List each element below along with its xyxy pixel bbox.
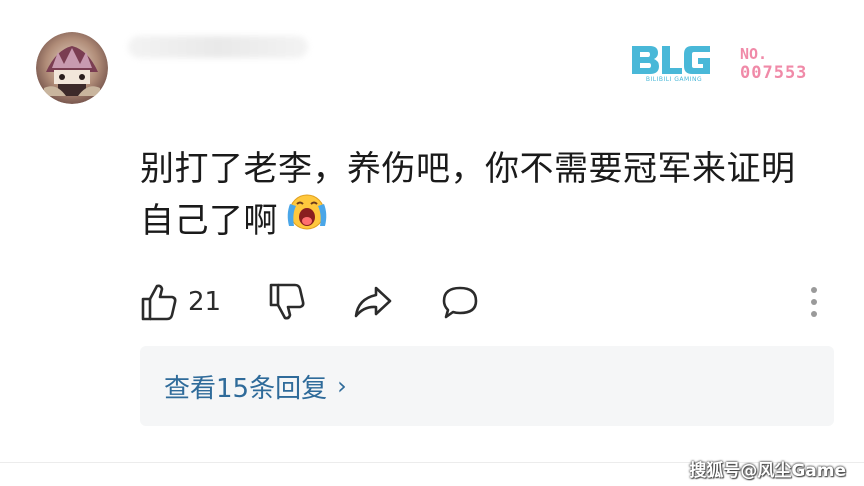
- more-vertical-icon: [811, 287, 817, 317]
- comment-bubble-icon: [442, 286, 478, 319]
- like-count: 21: [188, 287, 222, 317]
- crying-face-icon: [284, 190, 330, 247]
- thumbs-down-icon: [269, 283, 305, 320]
- comment-line-2-text: 自己了啊: [140, 201, 278, 241]
- badge-no-label: NO.: [740, 45, 768, 63]
- share-arrow-icon: [354, 286, 392, 318]
- comment-card: BILIBILI GAMING NO. 007553 别打了老李，养伤吧，你不需…: [0, 0, 864, 486]
- view-replies-label: 查看15条回复: [164, 373, 328, 404]
- comment-text: 别打了老李，养伤吧，你不需要冠军来证明 自己了啊: [140, 143, 840, 247]
- avatar[interactable]: [36, 32, 108, 104]
- action-bar: 21: [140, 280, 840, 324]
- badge-number: 007553: [740, 63, 808, 83]
- fan-badge: BILIBILI GAMING NO. 007553: [628, 42, 828, 90]
- dislike-button[interactable]: [268, 280, 306, 324]
- chevron-right-icon: ›: [337, 372, 347, 400]
- share-button[interactable]: [352, 280, 394, 324]
- comment-line-2: 自己了啊: [140, 194, 840, 247]
- thumbs-up-icon: [141, 284, 177, 321]
- more-options-button[interactable]: [808, 280, 820, 324]
- like-button[interactable]: 21: [140, 280, 221, 324]
- watermark: 搜狐号@风尘Game: [689, 461, 846, 481]
- username-blurred[interactable]: [128, 36, 308, 58]
- badge-logo-subtext: BILIBILI GAMING: [645, 76, 703, 83]
- comment-line-1: 别打了老李，养伤吧，你不需要冠军来证明: [140, 149, 796, 189]
- reply-button[interactable]: [440, 280, 480, 324]
- view-replies-button[interactable]: 查看15条回复 ›: [140, 346, 834, 426]
